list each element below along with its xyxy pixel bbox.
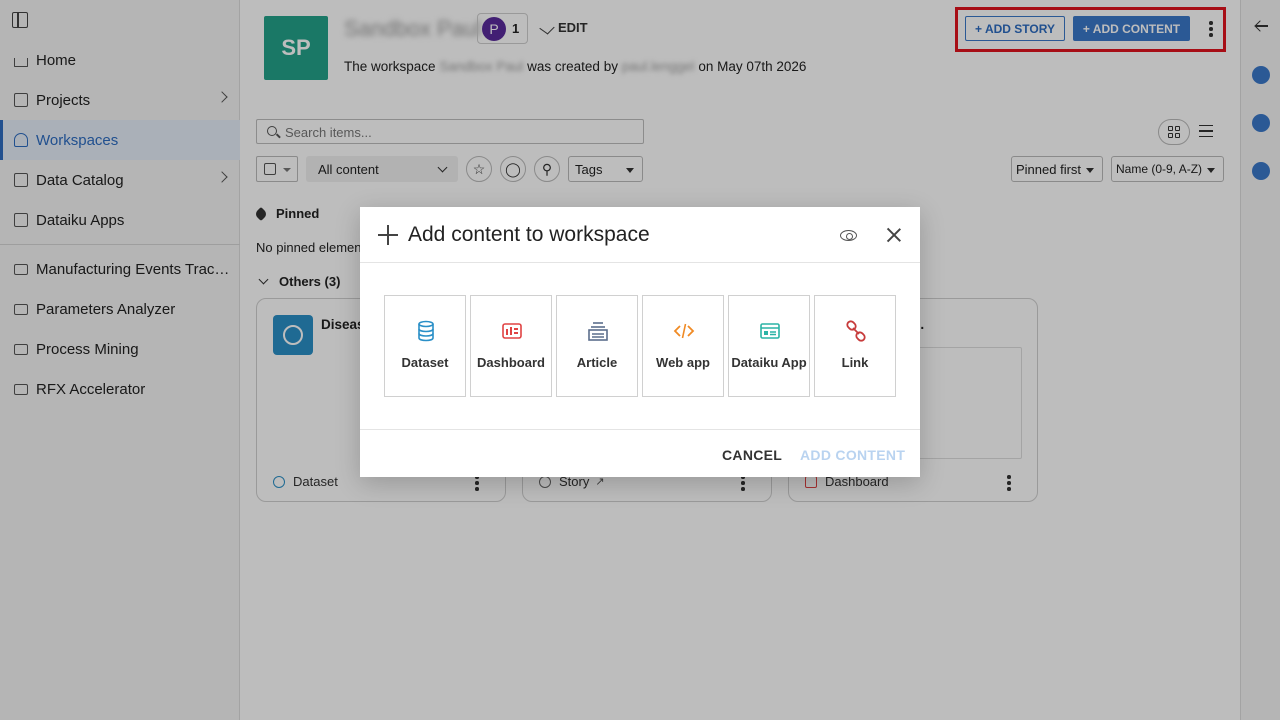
modal-title: Add content to workspace (408, 223, 650, 246)
dashboard-icon (502, 323, 522, 339)
modal-header: Add content to workspace (360, 207, 920, 263)
cancel-button[interactable]: CANCEL (722, 447, 782, 463)
tile-label: Dataset (401, 355, 449, 370)
close-icon[interactable] (886, 227, 902, 243)
modal-footer: CANCEL ADD CONTENT (360, 429, 920, 477)
modal-add-content-button[interactable]: ADD CONTENT (800, 447, 905, 463)
link-icon (846, 320, 866, 342)
content-type-web-app[interactable]: Web app (642, 295, 724, 397)
content-type-article[interactable]: Article (556, 295, 638, 397)
tile-label: Article (576, 355, 618, 370)
tile-label: Link (841, 355, 869, 370)
app-icon (760, 323, 780, 339)
content-type-dataiku-app[interactable]: Dataiku App (728, 295, 810, 397)
plus-icon (378, 225, 398, 245)
content-type-link[interactable]: Link (814, 295, 896, 397)
add-content-modal: Add content to workspace Dataset Dashboa… (360, 207, 920, 477)
content-type-dashboard[interactable]: Dashboard (470, 295, 552, 397)
database-icon (418, 320, 434, 342)
code-icon (673, 323, 695, 339)
tile-label: Dashboard (477, 355, 545, 370)
content-type-dataset[interactable]: Dataset (384, 295, 466, 397)
tile-label: Dataiku App (731, 355, 807, 370)
tile-label: Web app (656, 355, 710, 370)
article-icon (588, 322, 608, 341)
eye-icon[interactable] (840, 230, 857, 241)
